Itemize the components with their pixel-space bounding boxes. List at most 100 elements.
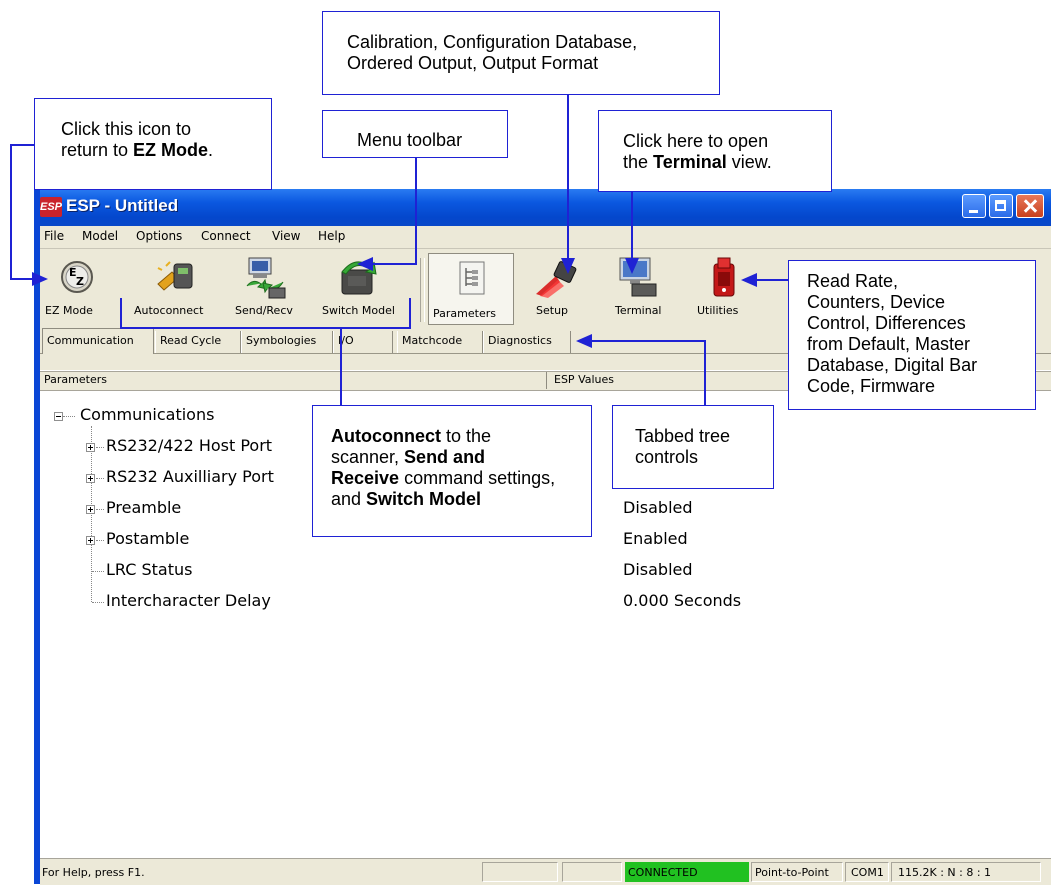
callout-text: the Terminal view. [623, 152, 772, 172]
column-header-parameters[interactable]: Parameters [44, 373, 107, 386]
close-button[interactable] [1016, 194, 1044, 218]
svg-text:Z: Z [76, 275, 84, 288]
maximize-button[interactable] [989, 194, 1013, 218]
minimize-button[interactable] [962, 194, 986, 218]
expand-toggle[interactable] [86, 536, 95, 545]
tree-line [96, 540, 104, 541]
callout-text: return to EZ Mode. [61, 140, 214, 160]
arrow-down-icon [625, 258, 639, 274]
tree-item-rs232-auxilliary-port[interactable]: RS232 Auxilliary Port [106, 467, 274, 486]
callout-line [756, 279, 788, 281]
status-port: COM1 [851, 866, 884, 879]
menu-model[interactable]: Model [82, 229, 118, 243]
expand-toggle[interactable] [86, 474, 95, 483]
tab-diagnostics[interactable]: Diagnostics [483, 331, 571, 353]
callout-text: Autoconnect to the [331, 426, 492, 446]
callout-text: Calibration, Configuration Database, [347, 32, 638, 52]
tree-value-postamble[interactable]: Enabled [623, 529, 688, 548]
tree-line [96, 478, 104, 479]
parameters-label: Parameters [433, 307, 496, 320]
tree-line [92, 602, 104, 603]
collapse-toggle[interactable] [54, 412, 63, 421]
callout-line [415, 158, 417, 264]
callout-line [10, 278, 34, 280]
ez-mode-icon: E Z [61, 261, 93, 293]
tree-line [96, 447, 104, 448]
tree-root-communications[interactable]: Communications [80, 405, 214, 424]
callout-text: Receive command settings, [331, 468, 556, 488]
expand-toggle[interactable] [86, 443, 95, 452]
menu-view[interactable]: View [272, 229, 300, 243]
callout-text: Counters, Device [807, 292, 946, 312]
callout-line [120, 327, 410, 329]
arrow-left-icon [741, 273, 757, 287]
autoconnect-icon [157, 261, 193, 291]
callout-line [120, 298, 122, 328]
utilities-label: Utilities [697, 304, 739, 317]
arrow-right-icon [32, 272, 48, 286]
callout-terminal: Click here to open the Terminal view. [598, 110, 832, 192]
callout-line [340, 328, 342, 406]
window-title: ESP - Untitled [66, 196, 179, 215]
esp-app-icon[interactable]: ESP [40, 197, 62, 217]
tab-matchcode[interactable]: Matchcode [397, 331, 483, 353]
tree-item-rs232-422-host-port[interactable]: RS232/422 Host Port [106, 436, 272, 455]
autoconnect-label: Autoconnect [134, 304, 204, 317]
status-help-text: For Help, press F1. [42, 866, 145, 879]
tree-item-intercharacter-delay[interactable]: Intercharacter Delay [106, 591, 271, 610]
status-connection: CONNECTED [628, 866, 698, 879]
callout-text: Control, Differences [807, 313, 966, 333]
callout-line [10, 144, 35, 146]
expand-toggle[interactable] [86, 505, 95, 514]
callout-line [590, 340, 706, 342]
callout-autoconnect: Autoconnect to the scanner, Send and Rec… [312, 405, 592, 537]
callout-text: Database, Digital Bar [807, 355, 978, 375]
column-header-divider[interactable] [546, 372, 547, 389]
callout-text: Read Rate, [807, 271, 899, 291]
callout-menu-toolbar: Menu toolbar [322, 110, 508, 158]
tree-value-preamble[interactable]: Disabled [623, 498, 693, 517]
menu-options[interactable]: Options [136, 229, 182, 243]
ez-mode-label: EZ Mode [45, 304, 93, 317]
tree-line [92, 571, 104, 572]
callout-text: controls [635, 447, 699, 467]
column-header-values[interactable]: ESP Values [554, 373, 614, 386]
callout-utilities: Read Rate, Counters, Device Control, Dif… [788, 260, 1036, 410]
tree-line [91, 426, 92, 602]
arrow-down-icon [561, 258, 575, 274]
setup-label: Setup [536, 304, 569, 317]
switch-model-label: Switch Model [322, 304, 395, 317]
utilities-icon [713, 257, 735, 297]
parameters-icon [459, 261, 485, 295]
callout-text: Menu toolbar [357, 130, 463, 150]
tree-item-preamble[interactable]: Preamble [106, 498, 181, 517]
status-mode: Point-to-Point [755, 866, 829, 879]
tab-communication[interactable]: Communication [42, 328, 154, 354]
callout-tabbed-tree: Tabbed tree controls [612, 405, 774, 489]
send-recv-label: Send/Recv [235, 304, 293, 317]
callout-text: Ordered Output, Output Format [347, 53, 599, 73]
menu-file[interactable]: File [44, 229, 64, 243]
callout-line [631, 192, 633, 260]
menu-connect[interactable]: Connect [201, 229, 251, 243]
tree-item-lrc-status[interactable]: LRC Status [106, 560, 192, 579]
tab-read-cycle[interactable]: Read Cycle [155, 331, 241, 353]
callout-line [10, 144, 12, 279]
callout-text: Click here to open [623, 131, 769, 151]
tree-value-lrc-status[interactable]: Disabled [623, 560, 693, 579]
tab-symbologies[interactable]: Symbologies [241, 331, 333, 353]
tree-item-postamble[interactable]: Postamble [106, 529, 189, 548]
menu-help[interactable]: Help [318, 229, 345, 243]
callout-text: from Default, Master [807, 334, 971, 354]
toolbar-separator [420, 258, 425, 322]
callout-setup: Calibration, Configuration Database, Ord… [322, 11, 720, 95]
status-panel [562, 862, 622, 882]
callout-text: scanner, Send and [331, 447, 486, 467]
arrow-left-icon [576, 334, 592, 348]
tab-io[interactable]: I/O [333, 331, 393, 353]
tree-value-intercharacter-delay[interactable]: 0.000 Seconds [623, 591, 741, 610]
callout-text: Click this icon to [61, 119, 192, 139]
title-bar[interactable] [34, 189, 1051, 227]
callout-line [567, 95, 569, 259]
callout-text: Tabbed tree [635, 426, 731, 446]
